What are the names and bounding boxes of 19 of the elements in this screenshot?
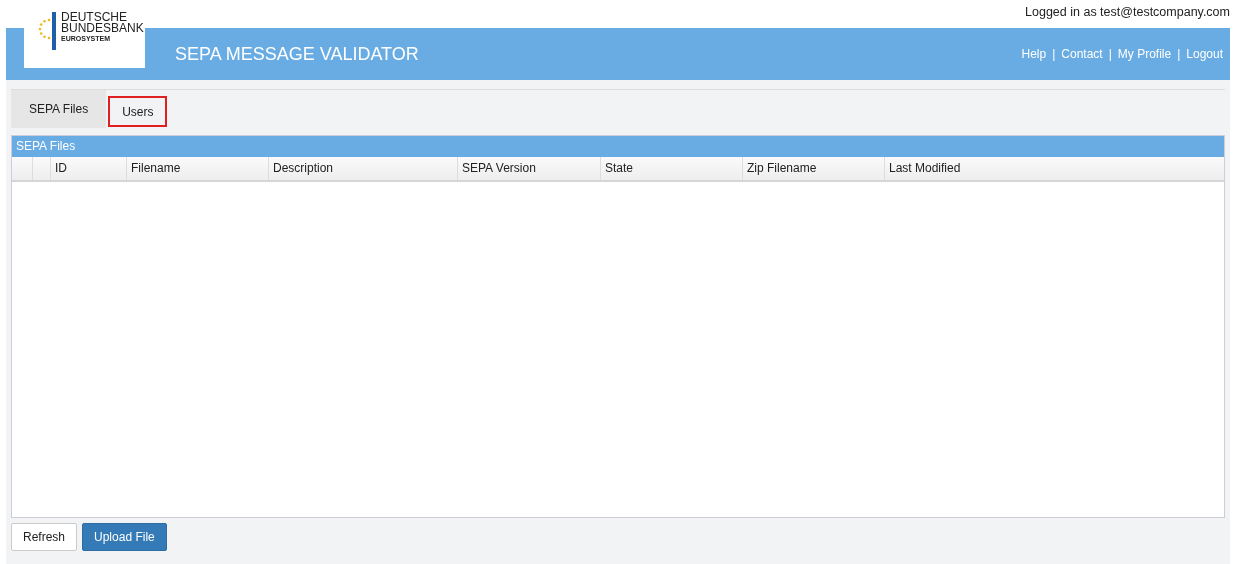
column-header[interactable]: State	[600, 157, 742, 180]
column-header[interactable]: ID	[50, 157, 126, 180]
column-header[interactable]: SEPA Version	[457, 157, 600, 180]
link-separator: |	[1108, 47, 1112, 61]
logo-text: BUNDESBANK	[61, 23, 144, 34]
column-header[interactable]: Last Modified	[884, 157, 1224, 180]
column-header[interactable]: Filename	[126, 157, 268, 180]
refresh-button[interactable]: Refresh	[11, 523, 78, 551]
logo-text: DEUTSCHE	[61, 12, 127, 23]
link-separator: |	[1052, 47, 1056, 61]
upload-button[interactable]: Upload File	[82, 523, 167, 551]
tab[interactable]: Users	[108, 96, 168, 127]
app-title: SEPA MESSAGE VALIDATOR	[175, 43, 419, 65]
column-header[interactable]: Description	[268, 157, 457, 180]
column-header[interactable]: Zip Filename	[742, 157, 884, 180]
panel-title: SEPA Files	[12, 136, 1224, 157]
tab[interactable]: SEPA Files	[11, 90, 107, 128]
logged-in-user: Logged in as test@testcompany.com	[1025, 5, 1230, 19]
link-separator: |	[1177, 47, 1181, 61]
